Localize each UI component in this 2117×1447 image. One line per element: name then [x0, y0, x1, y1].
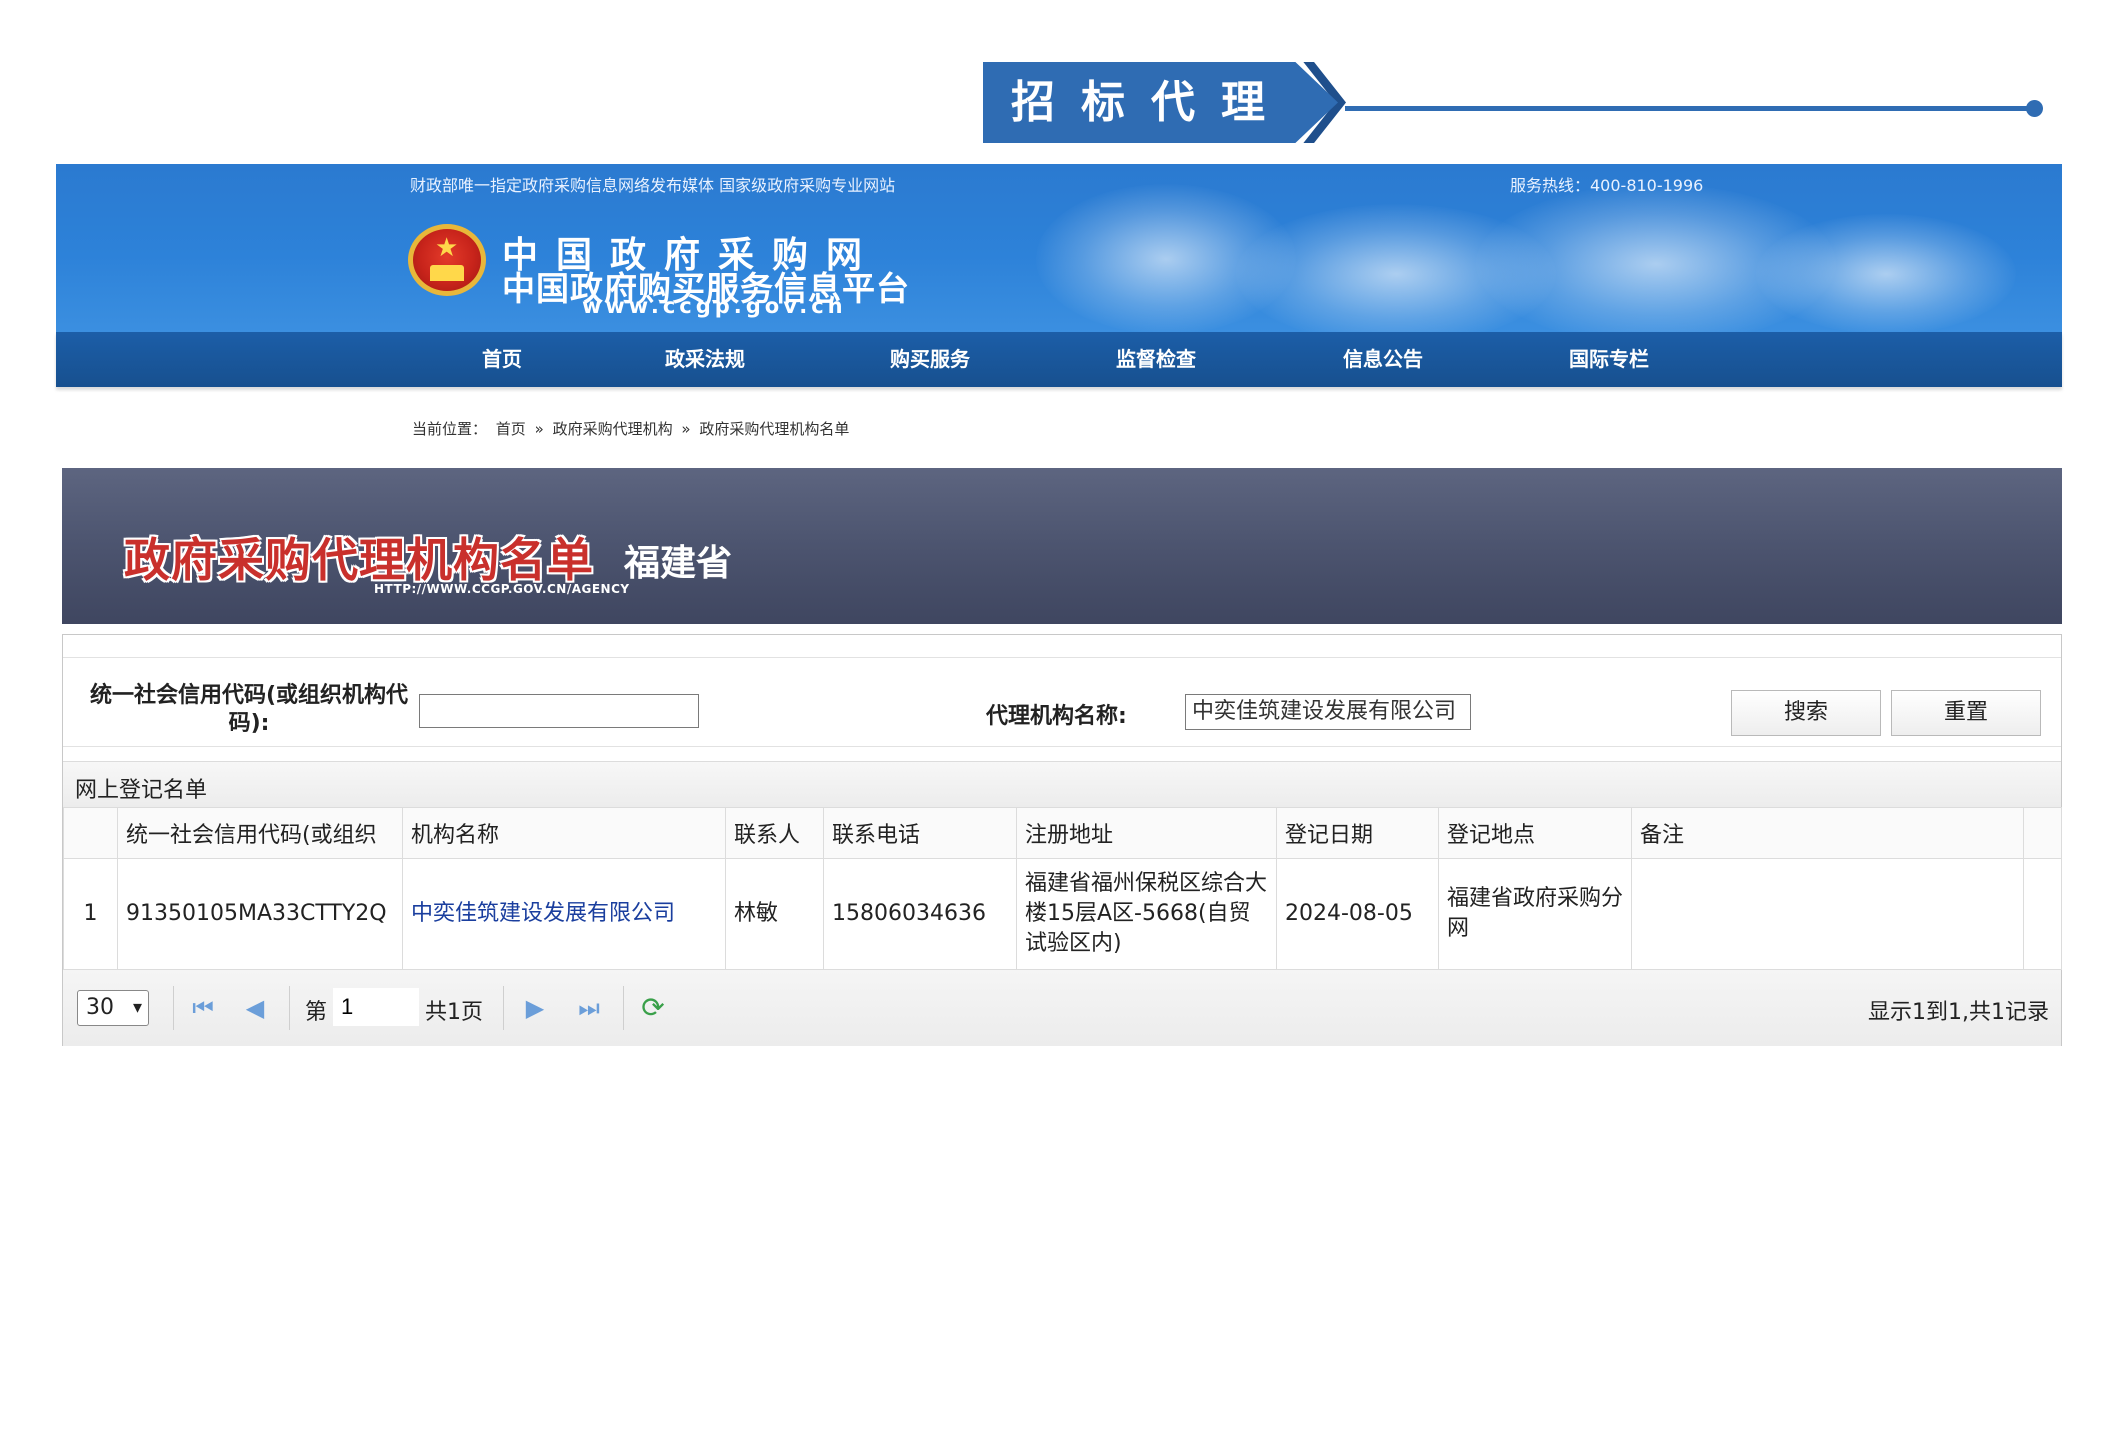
cell-phone: 15806034636: [823, 858, 1017, 970]
col-header-phone[interactable]: 联系电话: [823, 807, 1017, 859]
col-header-org-name[interactable]: 机构名称: [402, 807, 726, 859]
breadcrumb-agency-list: 政府采购代理机构名单: [699, 420, 850, 438]
col-header-index: [63, 807, 118, 859]
page-number-input[interactable]: [333, 988, 419, 1026]
site-url: www.ccgp.gov.cn: [582, 294, 847, 318]
pager-divider: [623, 986, 624, 1030]
agency-list-banner: 政府采购代理机构名单 HTTP://WWW.CCGP.GOV.CN/AGENCY…: [62, 468, 2062, 624]
col-header-filler: [2023, 807, 2062, 859]
col-header-date[interactable]: 登记日期: [1276, 807, 1439, 859]
agency-name-input[interactable]: 中奕佳筑建设发展有限公司: [1185, 694, 1471, 730]
national-emblem-icon: ★: [408, 224, 486, 296]
page-size-value: 30: [86, 995, 114, 1020]
reset-button[interactable]: 重置: [1891, 690, 2041, 736]
first-page-icon[interactable]: ⏮: [187, 990, 219, 1026]
refresh-icon[interactable]: ⟳: [637, 990, 669, 1026]
total-pages-label: 共1页: [425, 1000, 483, 1025]
header-tagline: 财政部唯一指定政府采购信息网络发布媒体 国家级政府采购专业网站: [410, 176, 896, 195]
cell-index: 1: [63, 858, 118, 970]
col-header-address[interactable]: 注册地址: [1016, 807, 1277, 859]
cell-address: 福建省福州保税区综合大楼15层A区-5668(自贸试验区内): [1016, 858, 1277, 970]
cell-org-name-link[interactable]: 中奕佳筑建设发展有限公司: [402, 858, 726, 970]
pagination-bar: 30 ▾ ⏮ ◀ 第 共1页 ▶ ⏭ ⟳ 显示1到1,共1记录: [63, 969, 2061, 1046]
cell-place: 福建省政府采购分网: [1438, 858, 1632, 970]
agency-name-label: 代理机构名称:: [986, 704, 1127, 729]
banner-divider-dot: [2026, 100, 2043, 117]
chevron-down-icon: ▾: [132, 997, 142, 1018]
table-row[interactable]: 1 91350105MA33CTTY2Q 中奕佳筑建设发展有限公司 林敏 158…: [63, 858, 2062, 970]
cell-credit-code: 91350105MA33CTTY2Q: [117, 858, 403, 970]
search-panel: 统一社会信用代码(或组织机构代码): 代理机构名称: 中奕佳筑建设发展有限公司 …: [62, 634, 2062, 1046]
breadcrumb-home[interactable]: 首页: [496, 420, 526, 438]
nav-announcements[interactable]: 信息公告: [1343, 332, 1423, 387]
col-header-place[interactable]: 登记地点: [1438, 807, 1632, 859]
cell-note: [1631, 858, 2024, 970]
next-page-icon[interactable]: ▶: [519, 990, 551, 1026]
nav-international[interactable]: 国际专栏: [1569, 332, 1649, 387]
nav-supervision[interactable]: 监督检查: [1116, 332, 1196, 387]
pager-divider: [503, 986, 504, 1030]
list-caption: 网上登记名单: [75, 778, 208, 803]
nav-purchase-services[interactable]: 购买服务: [890, 332, 970, 387]
breadcrumb-prefix: 当前位置：: [412, 420, 488, 438]
list-caption-bar: 网上登记名单: [63, 761, 2061, 809]
breadcrumb-separator: »: [534, 420, 544, 438]
col-header-note[interactable]: 备注: [1631, 807, 2024, 859]
agency-list-url: HTTP://WWW.CCGP.GOV.CN/AGENCY: [374, 582, 630, 596]
breadcrumb: 当前位置： 首页 » 政府采购代理机构 » 政府采购代理机构名单: [412, 418, 853, 439]
agency-list-title: 政府采购代理机构名单: [124, 533, 594, 587]
page-prefix-label: 第: [305, 1000, 328, 1025]
banner-divider-line: [1345, 106, 2035, 111]
cell-contact: 林敏: [725, 858, 824, 970]
section-title-banner: 招标代理: [983, 62, 1348, 143]
table-header-row: 统一社会信用代码(或组织 机构名称 联系人 联系电话 注册地址 登记日期 登记地…: [63, 807, 2062, 859]
search-form: 统一社会信用代码(或组织机构代码): 代理机构名称: 中奕佳筑建设发展有限公司 …: [63, 657, 2061, 747]
credit-code-label: 统一社会信用代码(或组织机构代码):: [89, 683, 409, 736]
service-hotline: 服务热线：400-810-1996: [1510, 176, 1704, 195]
site-header: 财政部唯一指定政府采购信息网络发布媒体 国家级政府采购专业网站 服务热线：400…: [56, 164, 2062, 332]
breadcrumb-separator: »: [681, 420, 691, 438]
header-cloud: [1756, 214, 2016, 332]
col-header-credit-code[interactable]: 统一社会信用代码(或组织: [117, 807, 403, 859]
credit-code-input[interactable]: [419, 694, 699, 728]
pager-divider: [289, 986, 290, 1030]
last-page-icon[interactable]: ⏭: [573, 990, 605, 1026]
col-header-contact[interactable]: 联系人: [725, 807, 824, 859]
main-nav: 首页 政采法规 购买服务 监督检查 信息公告 国际专栏: [56, 332, 2062, 387]
nav-regulations[interactable]: 政采法规: [665, 332, 745, 387]
breadcrumb-agencies[interactable]: 政府采购代理机构: [553, 420, 673, 438]
agency-table: 统一社会信用代码(或组织 机构名称 联系人 联系电话 注册地址 登记日期 登记地…: [63, 807, 2062, 970]
section-title: 招标代理: [1011, 77, 1291, 128]
page-size-select[interactable]: 30 ▾: [77, 990, 149, 1026]
record-info: 显示1到1,共1记录: [1868, 1000, 2049, 1025]
cell-date: 2024-08-05: [1276, 858, 1439, 970]
previous-page-icon[interactable]: ◀: [239, 990, 271, 1026]
cell-filler: [2023, 858, 2062, 970]
search-button[interactable]: 搜索: [1731, 690, 1881, 736]
nav-home[interactable]: 首页: [482, 332, 522, 387]
pager-divider: [173, 986, 174, 1030]
province-label: 福建省: [624, 543, 733, 584]
